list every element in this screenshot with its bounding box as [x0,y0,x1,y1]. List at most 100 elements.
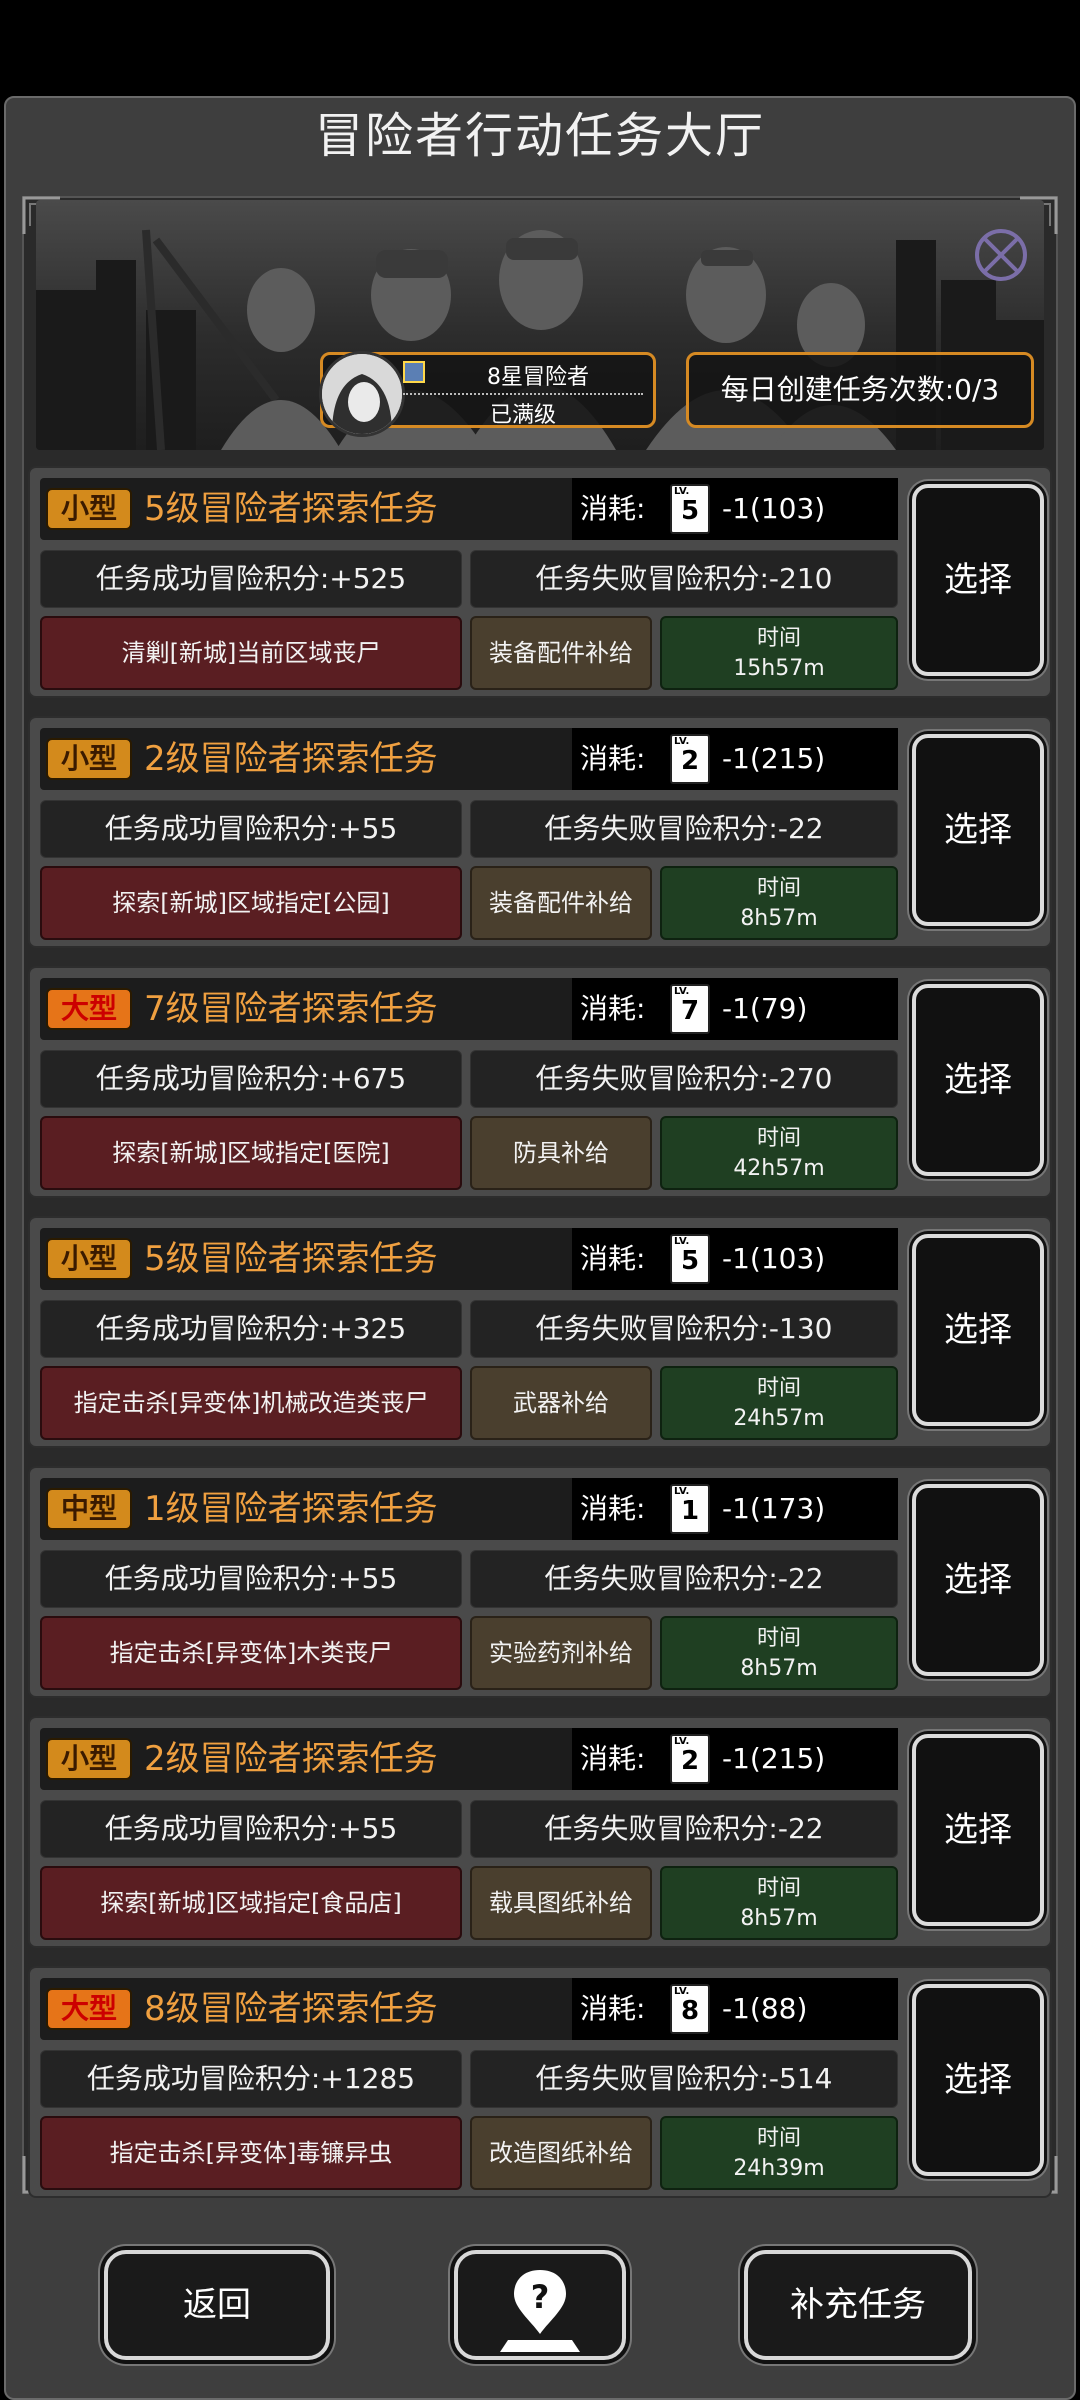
task-name: 1级冒险者探索任务 [144,1489,438,1529]
fail-points: 任务失败冒险积分:-514 [470,2050,898,2108]
task-time: 时间 24h57m [660,1366,898,1440]
time-value: 15h57m [733,656,825,681]
task-header: 小型 2级冒险者探索任务 消耗: LV. 2 -1(215) [40,728,898,790]
task-reward: 装备配件补给 [470,866,652,940]
success-points: 任务成功冒险积分:+55 [40,1550,462,1608]
level-card-icon: LV. 7 [670,984,710,1034]
cost-label: 消耗: [580,1992,646,2025]
time-label: 时间 [756,626,801,651]
task-name: 5级冒险者探索任务 [144,489,438,529]
select-button[interactable]: 选择 [912,484,1044,676]
cost-label: 消耗: [580,742,646,775]
player-rank: 8星冒险者 [487,365,589,390]
time-value: 24h39m [733,2156,825,2181]
fail-points: 任务失败冒险积分:-130 [470,1300,898,1358]
task-objective: 探索[新城]区域指定[公园] [40,866,462,940]
success-points: 任务成功冒险积分:+525 [40,550,462,608]
level-card-number: 2 [680,1746,700,1776]
select-button[interactable]: 选择 [912,734,1044,926]
daily-create-text: 每日创建任务次数:0/3 [720,373,1000,406]
time-label: 时间 [756,1626,801,1651]
time-label: 时间 [756,1376,801,1401]
help-button[interactable]: ? [454,2250,626,2360]
cost-value: -1(88) [722,1992,808,2025]
player-status: 已满级 [489,403,556,428]
task-card: 大型 7级冒险者探索任务 消耗: LV. 7 -1(79) 任务成功冒险积分:+… [28,966,1052,1198]
time-value: 8h57m [740,1906,818,1931]
task-reward: 防具补给 [470,1116,652,1190]
level-card-number: 8 [680,1996,700,2026]
cost-label: 消耗: [580,492,646,525]
task-time: 时间 8h57m [660,1616,898,1690]
task-objective: 指定击杀[异变体]机械改造类丧尸 [40,1366,462,1440]
time-value: 8h57m [740,906,818,931]
level-card-icon: LV. 5 [670,1234,710,1284]
rank-icon [403,361,425,383]
task-name: 8级冒险者探索任务 [144,1989,438,2029]
map-pin-question-icon: ? [500,2270,580,2352]
task-reward: 武器补给 [470,1366,652,1440]
task-card: 小型 5级冒险者探索任务 消耗: LV. 5 -1(103) 任务成功冒险积分:… [28,466,1052,698]
task-size-badge: 大型 [46,1988,132,2030]
level-card-number: 7 [680,996,700,1026]
level-card-icon: LV. 1 [670,1484,710,1534]
task-objective: 探索[新城]区域指定[食品店] [40,1866,462,1940]
back-button[interactable]: 返回 [104,2250,330,2360]
task-reward: 装备配件补给 [470,616,652,690]
select-button[interactable]: 选择 [912,1734,1044,1926]
time-label: 时间 [756,2126,801,2151]
success-points: 任务成功冒险积分:+55 [40,1800,462,1858]
success-points: 任务成功冒险积分:+1285 [40,2050,462,2108]
task-reward: 改造图纸补给 [470,2116,652,2190]
level-card-number: 5 [680,496,700,526]
task-time: 时间 8h57m [660,1866,898,1940]
task-reward: 载具图纸补给 [470,1866,652,1940]
task-reward: 实验药剂补给 [470,1616,652,1690]
task-time: 时间 24h39m [660,2116,898,2190]
task-header: 中型 1级冒险者探索任务 消耗: LV. 1 -1(173) [40,1478,898,1540]
select-button[interactable]: 选择 [912,1484,1044,1676]
level-card-number: 2 [680,746,700,776]
refill-tasks-button[interactable]: 补充任务 [744,2250,972,2360]
daily-create-count: 每日创建任务次数:0/3 [686,352,1034,428]
task-objective: 指定击杀[异变体]木类丧尸 [40,1616,462,1690]
time-label: 时间 [756,1126,801,1151]
page-title: 冒险者行动任务大厅 [314,108,765,164]
select-button[interactable]: 选择 [912,984,1044,1176]
avatar [319,351,405,437]
task-header: 大型 8级冒险者探索任务 消耗: LV. 8 -1(88) [40,1978,898,2040]
svg-text:?: ? [531,2278,550,2316]
task-size-badge: 中型 [46,1488,132,1530]
task-card: 小型 5级冒险者探索任务 消耗: LV. 5 -1(103) 任务成功冒险积分:… [28,1216,1052,1448]
level-card-icon: LV. 2 [670,1734,710,1784]
divider [403,393,643,395]
task-card: 大型 8级冒险者探索任务 消耗: LV. 8 -1(88) 任务成功冒险积分:+… [28,1966,1052,2198]
level-card-icon: LV. 2 [670,734,710,784]
task-time: 时间 15h57m [660,616,898,690]
time-value: 24h57m [733,1406,825,1431]
fail-points: 任务失败冒险积分:-22 [470,800,898,858]
cost-label: 消耗: [580,1492,646,1525]
select-button[interactable]: 选择 [912,1984,1044,2176]
task-size-badge: 小型 [46,738,132,780]
time-label: 时间 [756,1876,801,1901]
task-size-badge: 小型 [46,1738,132,1780]
level-card-icon: LV. 8 [670,1984,710,2034]
task-time: 时间 42h57m [660,1116,898,1190]
task-name: 7级冒险者探索任务 [144,989,438,1029]
fail-points: 任务失败冒险积分:-210 [470,550,898,608]
cost-value: -1(103) [722,492,826,525]
success-points: 任务成功冒险积分:+55 [40,800,462,858]
level-card-number: 1 [680,1496,700,1526]
level-card-number: 5 [680,1246,700,1276]
task-name: 2级冒险者探索任务 [144,739,438,779]
select-button[interactable]: 选择 [912,1234,1044,1426]
task-name: 5级冒险者探索任务 [144,1239,438,1279]
cost-value: -1(215) [722,1742,826,1775]
time-value: 8h57m [740,1656,818,1681]
cost-label: 消耗: [580,1242,646,1275]
cost-label: 消耗: [580,992,646,1025]
time-label: 时间 [756,876,801,901]
level-card-icon: LV. 5 [670,484,710,534]
task-card: 中型 1级冒险者探索任务 消耗: LV. 1 -1(173) 任务成功冒险积分:… [28,1466,1052,1698]
